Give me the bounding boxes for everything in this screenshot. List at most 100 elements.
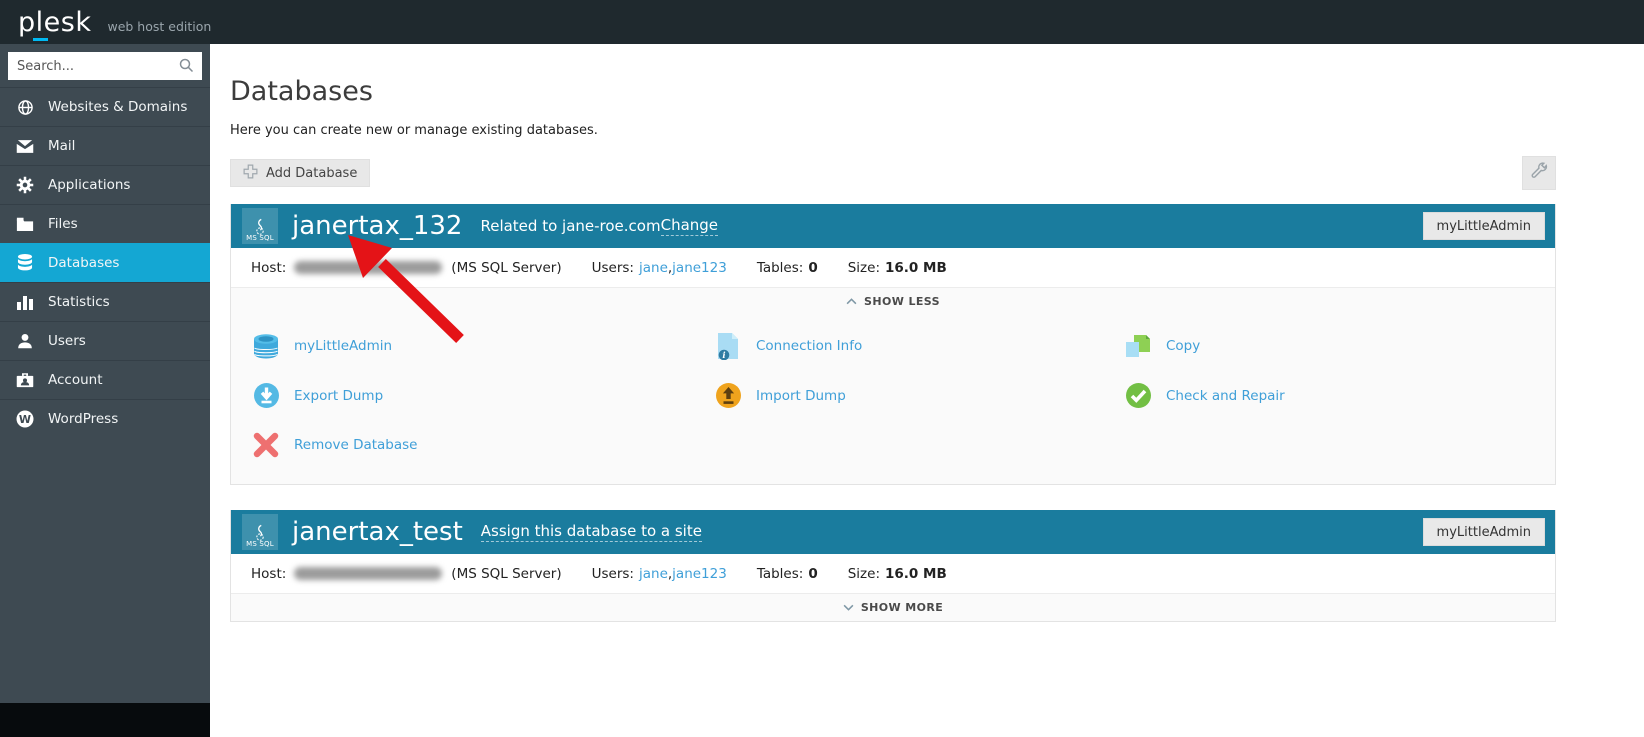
database-info-row: Host: (MS SQL Server) Users: jane, jane1… xyxy=(231,554,1555,594)
tool-check-and-repair[interactable]: Check and Repair xyxy=(1103,371,1555,420)
sidebar-item-statistics[interactable]: Statistics xyxy=(0,282,210,321)
sidebar-item-label: Account xyxy=(48,372,103,388)
sidebar-item-mail[interactable]: Mail xyxy=(0,126,210,165)
tables-group: Tables: 0 xyxy=(757,566,818,582)
tool-copy[interactable]: Copy xyxy=(1103,321,1555,371)
sidebar: Websites & Domains Mail xyxy=(0,44,210,703)
tables-value: 0 xyxy=(808,260,817,276)
size-label: Size: xyxy=(848,260,880,276)
add-database-button[interactable]: Add Database xyxy=(230,159,370,187)
import-dump-icon xyxy=(713,382,743,409)
related-site-text: Related to jane-roe.com xyxy=(480,217,660,235)
copy-icon xyxy=(1123,333,1153,359)
user-link-jane[interactable]: jane xyxy=(639,566,668,582)
database-name: janertax_132 xyxy=(292,213,462,239)
database-info-row: Host: (MS SQL Server) Users: jane, jane1… xyxy=(231,248,1555,288)
host-type: (MS SQL Server) xyxy=(451,566,561,582)
page-toolbar: Add Database xyxy=(230,156,1556,190)
wordpress-icon: W xyxy=(15,410,35,428)
database-tools-grid: myLittleAdmin i Connection Info xyxy=(231,315,1555,484)
user-link-jane[interactable]: jane xyxy=(639,260,668,276)
users-group: Users: jane, jane123 xyxy=(592,566,727,582)
sidebar-item-databases[interactable]: Databases xyxy=(0,243,210,282)
chevron-up-icon xyxy=(846,295,857,308)
check-repair-icon xyxy=(1123,382,1153,409)
database-card-janertax-132: MS SQL janertax_132 Related to jane-roe.… xyxy=(230,204,1556,485)
sidebar-item-label: Websites & Domains xyxy=(48,99,187,115)
redacted-host-name xyxy=(294,567,442,580)
user-link-jane123[interactable]: jane123 xyxy=(672,566,727,582)
bar-chart-icon xyxy=(15,294,35,310)
folder-icon xyxy=(15,217,35,231)
plesk-logo[interactable]: plesk xyxy=(18,9,91,36)
mssql-icon: MS SQL xyxy=(242,514,278,550)
show-less-toggle[interactable]: SHOW LESS xyxy=(231,288,1555,315)
chevron-down-icon xyxy=(843,601,854,614)
mylittleadmin-button[interactable]: myLittleAdmin xyxy=(1423,518,1545,546)
sidebar-item-websites-domains[interactable]: Websites & Domains xyxy=(0,87,210,126)
mssql-icon: MS SQL xyxy=(242,208,278,244)
tools-settings-button[interactable] xyxy=(1522,156,1556,190)
tool-mylittleadmin[interactable]: myLittleAdmin xyxy=(231,321,693,371)
card-header: MS SQL janertax_test Assign this databas… xyxy=(231,510,1555,554)
host-group: Host: (MS SQL Server) xyxy=(251,260,562,276)
tool-remove-database[interactable]: Remove Database xyxy=(231,420,693,470)
sidebar-item-label: Files xyxy=(48,216,78,232)
top-bar: plesk web host edition xyxy=(0,0,1644,44)
tool-label: Connection Info xyxy=(756,338,862,354)
add-database-label: Add Database xyxy=(266,166,357,181)
svg-text:i: i xyxy=(722,351,725,360)
show-more-label: SHOW MORE xyxy=(861,601,943,614)
size-group: Size: 16.0 MB xyxy=(848,566,947,582)
tool-import-dump[interactable]: Import Dump xyxy=(693,371,1103,420)
tool-label: Copy xyxy=(1166,338,1200,354)
remove-database-icon xyxy=(251,431,281,459)
sidebar-item-users[interactable]: Users xyxy=(0,321,210,360)
sidebar-column: Websites & Domains Mail xyxy=(0,44,210,737)
show-more-toggle[interactable]: SHOW MORE xyxy=(231,594,1555,621)
tool-export-dump[interactable]: Export Dump xyxy=(231,371,693,420)
tool-label: myLittleAdmin xyxy=(294,338,392,354)
sidebar-item-applications[interactable]: Applications xyxy=(0,165,210,204)
tool-label: Remove Database xyxy=(294,437,418,453)
sidebar-item-files[interactable]: Files xyxy=(0,204,210,243)
users-label: Users: xyxy=(592,260,634,276)
tables-label: Tables: xyxy=(757,566,804,582)
mail-icon xyxy=(15,139,35,154)
tables-value: 0 xyxy=(808,566,817,582)
sidebar-item-label: WordPress xyxy=(48,411,118,427)
sidebar-item-wordpress[interactable]: W WordPress xyxy=(0,399,210,438)
redacted-host-name xyxy=(294,261,442,274)
tool-connection-info[interactable]: i Connection Info xyxy=(693,321,1103,371)
tables-group: Tables: 0 xyxy=(757,260,818,276)
search-icon[interactable] xyxy=(179,58,194,77)
change-related-site-link[interactable]: Change xyxy=(661,216,718,236)
page-title: Databases xyxy=(230,76,1556,107)
mssql-badge-label: MS SQL xyxy=(246,235,274,242)
sidebar-item-label: Mail xyxy=(48,138,75,154)
svg-text:W: W xyxy=(19,413,31,426)
sidebar-item-label: Statistics xyxy=(48,294,110,310)
gear-icon xyxy=(15,176,35,194)
host-label: Host: xyxy=(251,260,286,276)
tool-label: Check and Repair xyxy=(1166,388,1285,404)
mylittleadmin-button[interactable]: myLittleAdmin xyxy=(1423,212,1545,240)
user-icon xyxy=(15,333,35,349)
size-label: Size: xyxy=(848,566,880,582)
sidebar-item-account[interactable]: Account xyxy=(0,360,210,399)
globe-icon xyxy=(15,99,35,116)
search-input[interactable] xyxy=(8,52,202,80)
edition-label: web host edition xyxy=(107,19,211,34)
tables-label: Tables: xyxy=(757,260,804,276)
db-cylinder-icon xyxy=(251,333,281,360)
size-value: 16.0 MB xyxy=(885,260,947,276)
database-card-janertax-test: MS SQL janertax_test Assign this databas… xyxy=(230,510,1556,622)
host-group: Host: (MS SQL Server) xyxy=(251,566,562,582)
assign-database-link[interactable]: Assign this database to a site xyxy=(481,522,702,542)
mssql-badge-label: MS SQL xyxy=(246,541,274,548)
user-link-jane123[interactable]: jane123 xyxy=(672,260,727,276)
host-label: Host: xyxy=(251,566,286,582)
users-group: Users: jane, jane123 xyxy=(592,260,727,276)
tool-label: Export Dump xyxy=(294,388,383,404)
tool-label: Import Dump xyxy=(756,388,846,404)
